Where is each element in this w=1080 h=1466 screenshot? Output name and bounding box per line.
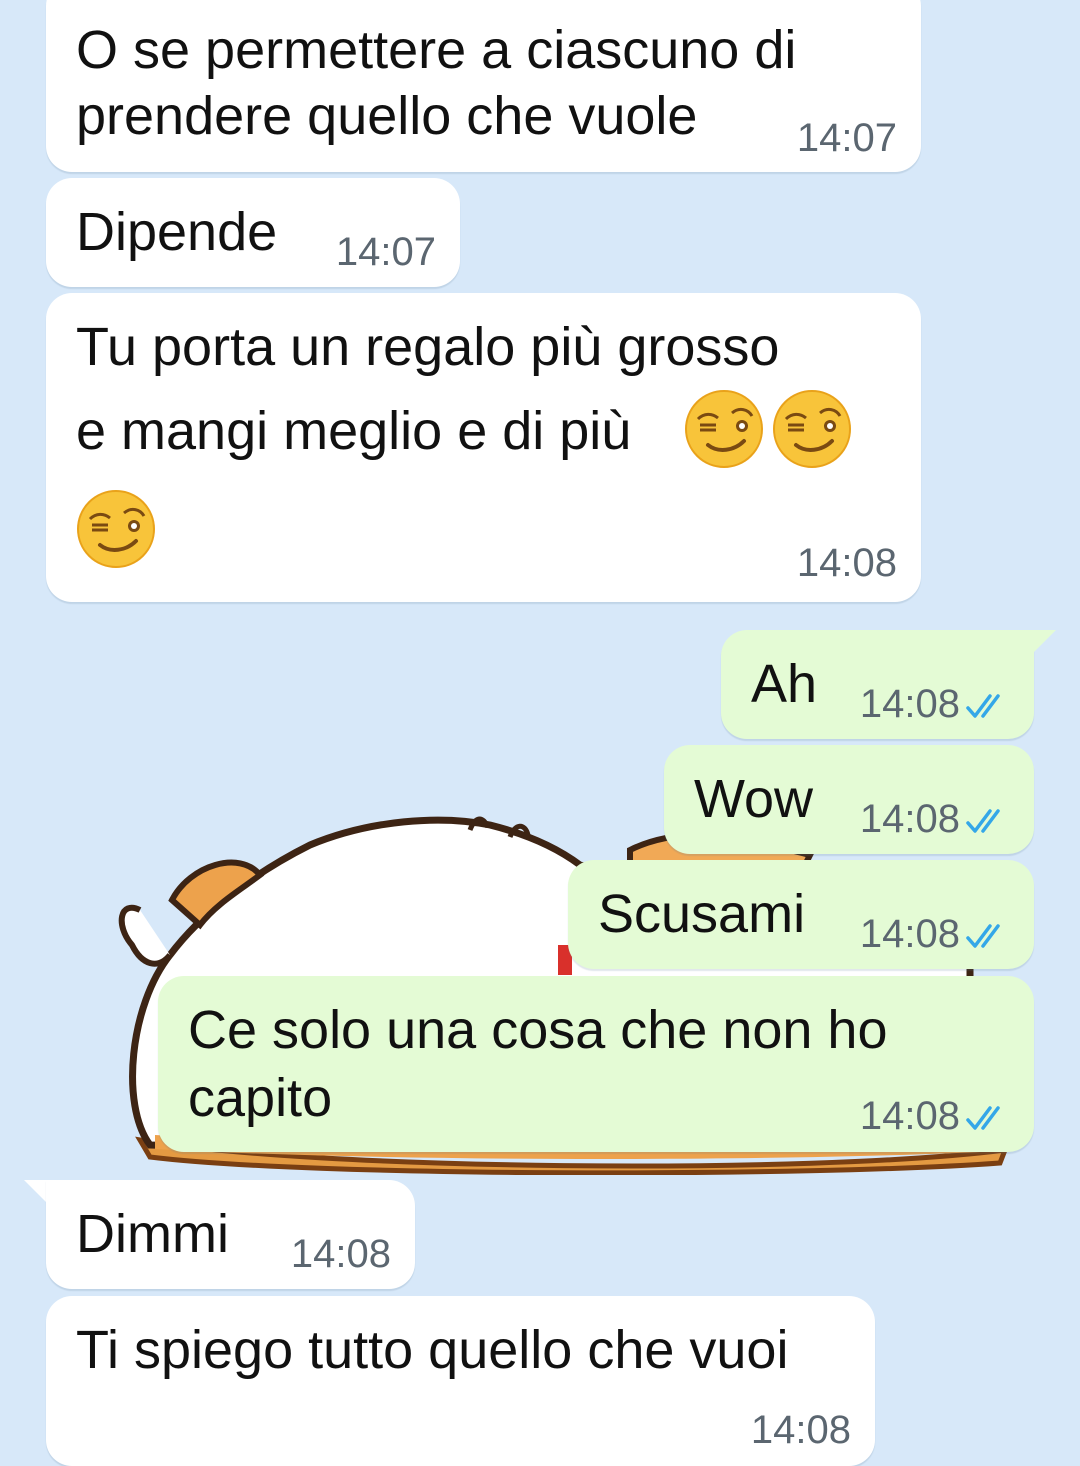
message-meta: 14:08 [860, 684, 1010, 724]
message-text: e mangi meglio e di più [76, 401, 632, 461]
message-meta: 14:08 [860, 799, 1010, 839]
message-bubble-outgoing[interactable]: Scusami 14:08 [568, 860, 1034, 969]
message-timestamp: 14:07 [335, 230, 436, 274]
message-text: Wow [694, 769, 814, 829]
message-timestamp: 14:08 [859, 912, 960, 956]
message-meta: 14:08 [860, 914, 1010, 954]
message-timestamp: 14:08 [859, 797, 960, 841]
message-text: prendere quello che vuole [76, 86, 698, 146]
message-bubble-incoming[interactable]: Dimmi 14:08 [46, 1180, 415, 1289]
message-text: O se permettere a ciascuno di [76, 20, 797, 80]
message-bubble-incoming[interactable]: Tu porta un regalo più grosso e mangi me… [46, 293, 921, 602]
smirking-face-icon [77, 490, 155, 568]
read-double-check-icon [966, 694, 1000, 718]
message-meta: 14:08 [860, 1096, 1010, 1136]
message-text: Ce solo una cosa che non ho [188, 1000, 888, 1060]
message-text: capito [188, 1068, 333, 1128]
message-bubble-outgoing[interactable]: Wow 14:08 [664, 745, 1034, 854]
message-timestamp: 14:08 [796, 541, 897, 585]
message-bubble-outgoing[interactable]: Ah 14:08 [721, 630, 1034, 739]
message-bubble-incoming[interactable]: O se permettere a ciascuno di prendere q… [46, 0, 921, 172]
message-text: Dipende [76, 202, 278, 262]
smirking-face-icon [773, 390, 851, 468]
chat-conversation: O se permettere a ciascuno di prendere q… [0, 0, 1080, 1466]
smirking-face-icon [685, 390, 763, 468]
message-timestamp: 14:08 [859, 1094, 960, 1138]
message-timestamp: 14:08 [859, 682, 960, 726]
bubble-tail [1030, 630, 1056, 656]
read-double-check-icon [966, 924, 1000, 948]
message-bubble-incoming[interactable]: Dipende 14:07 [46, 178, 460, 287]
message-bubble-incoming[interactable]: Ti spiego tutto quello che vuoi 14:08 [46, 1296, 875, 1466]
read-double-check-icon [966, 1106, 1000, 1130]
message-timestamp: 14:07 [796, 116, 897, 160]
message-text: Ah [751, 654, 818, 714]
message-text: Scusami [598, 884, 806, 944]
message-text: Tu porta un regalo più grosso [76, 317, 780, 377]
message-timestamp: 14:08 [750, 1408, 851, 1452]
message-text: Ti spiego tutto quello che vuoi [76, 1320, 789, 1380]
message-bubble-outgoing[interactable]: Ce solo una cosa che non ho capito 14:08 [158, 976, 1034, 1152]
message-timestamp: 14:08 [290, 1232, 391, 1276]
message-text: Dimmi [76, 1204, 229, 1264]
read-double-check-icon [966, 809, 1000, 833]
